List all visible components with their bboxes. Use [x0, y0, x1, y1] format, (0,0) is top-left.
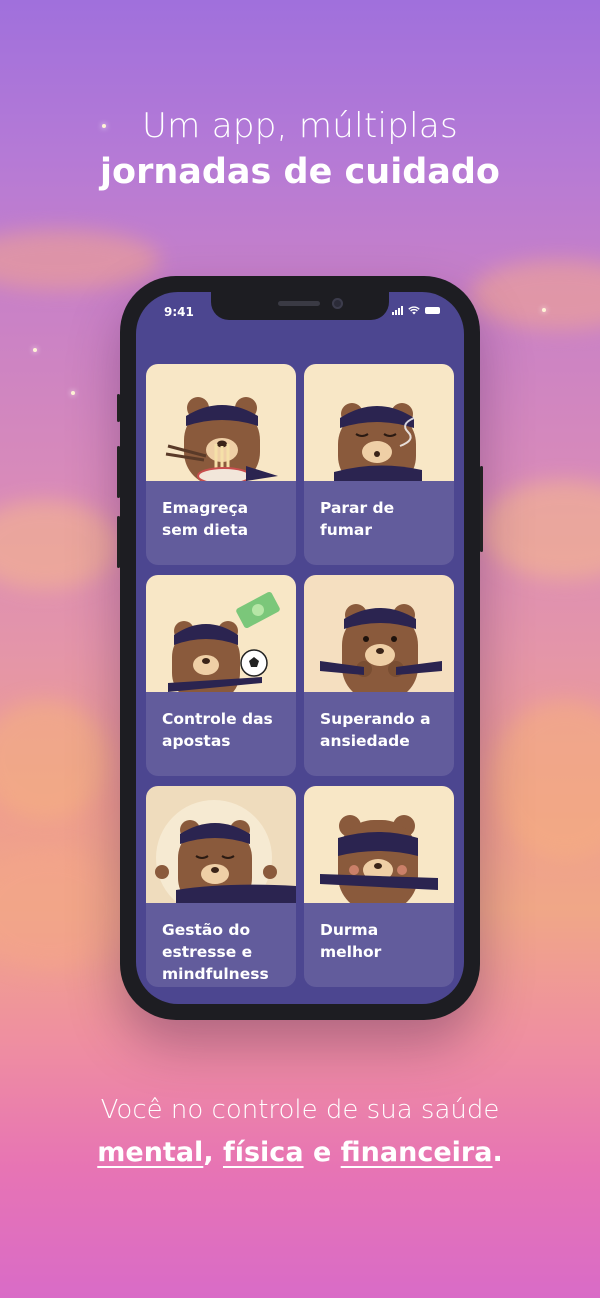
signal-icon — [392, 306, 403, 315]
phone-mockup: 9:41 Emagreça sem dieta Parar de fumar C… — [117, 276, 483, 1020]
card-label: Controle das apostas — [162, 710, 273, 750]
footer-separator: , — [203, 1137, 223, 1168]
footer-line-1: Você no controle de sua saúde — [100, 1095, 500, 1125]
phone-screen: 9:41 Emagreça sem dieta Parar de fumar C… — [136, 292, 464, 1004]
speaker — [278, 301, 320, 306]
bear-gambling-icon — [146, 575, 296, 692]
notch — [211, 292, 389, 320]
bear-sleeping-icon — [304, 786, 454, 903]
status-time: 9:41 — [164, 305, 194, 319]
footer-word-financeira: financeira — [340, 1137, 493, 1168]
journey-grid: Emagreça sem dieta Parar de fumar Contro… — [146, 364, 454, 987]
card-label: Gestão do estresse e mindfulness — [162, 921, 269, 983]
footer-separator: e — [303, 1137, 341, 1168]
footer-tagline: Você no controle de sua saúde mental, fí… — [0, 1090, 600, 1176]
footer-line-2: mental, física e financeira. — [0, 1130, 600, 1176]
battery-icon — [425, 307, 440, 314]
footer-word-fisica: física — [222, 1137, 304, 1168]
card-label: Parar de fumar — [320, 499, 395, 539]
bear-anxious-icon — [304, 575, 454, 692]
card-label: Durma melhor — [320, 921, 382, 961]
bear-smoking-icon — [304, 364, 454, 481]
bear-eating-noodles-icon — [146, 364, 296, 481]
headline-line-2: jornadas de cuidado — [100, 152, 500, 192]
status-bar-icons — [392, 306, 440, 315]
wifi-icon — [408, 306, 420, 315]
star-icon — [542, 308, 546, 312]
journey-card-sleep[interactable]: Durma melhor — [304, 786, 454, 987]
headline-line-1: Um app, múltiplas — [142, 106, 458, 146]
journey-card-anxiety[interactable]: Superando a ansiedade — [304, 575, 454, 776]
journey-card-weight[interactable]: Emagreça sem dieta — [146, 364, 296, 565]
journey-card-smoking[interactable]: Parar de fumar — [304, 364, 454, 565]
journey-card-gambling[interactable]: Controle das apostas — [146, 575, 296, 776]
bear-meditating-icon — [146, 786, 296, 903]
camera-icon — [332, 298, 343, 309]
star-icon — [33, 348, 37, 352]
headline: Um app, múltiplas jornadas de cuidado — [0, 104, 600, 196]
footer-period: . — [492, 1137, 503, 1168]
footer-word-mental: mental — [97, 1137, 204, 1168]
journey-card-stress[interactable]: Gestão do estresse e mindfulness — [146, 786, 296, 987]
card-label: Emagreça sem dieta — [162, 499, 249, 539]
star-icon — [71, 391, 75, 395]
card-label: Superando a ansiedade — [320, 710, 431, 750]
